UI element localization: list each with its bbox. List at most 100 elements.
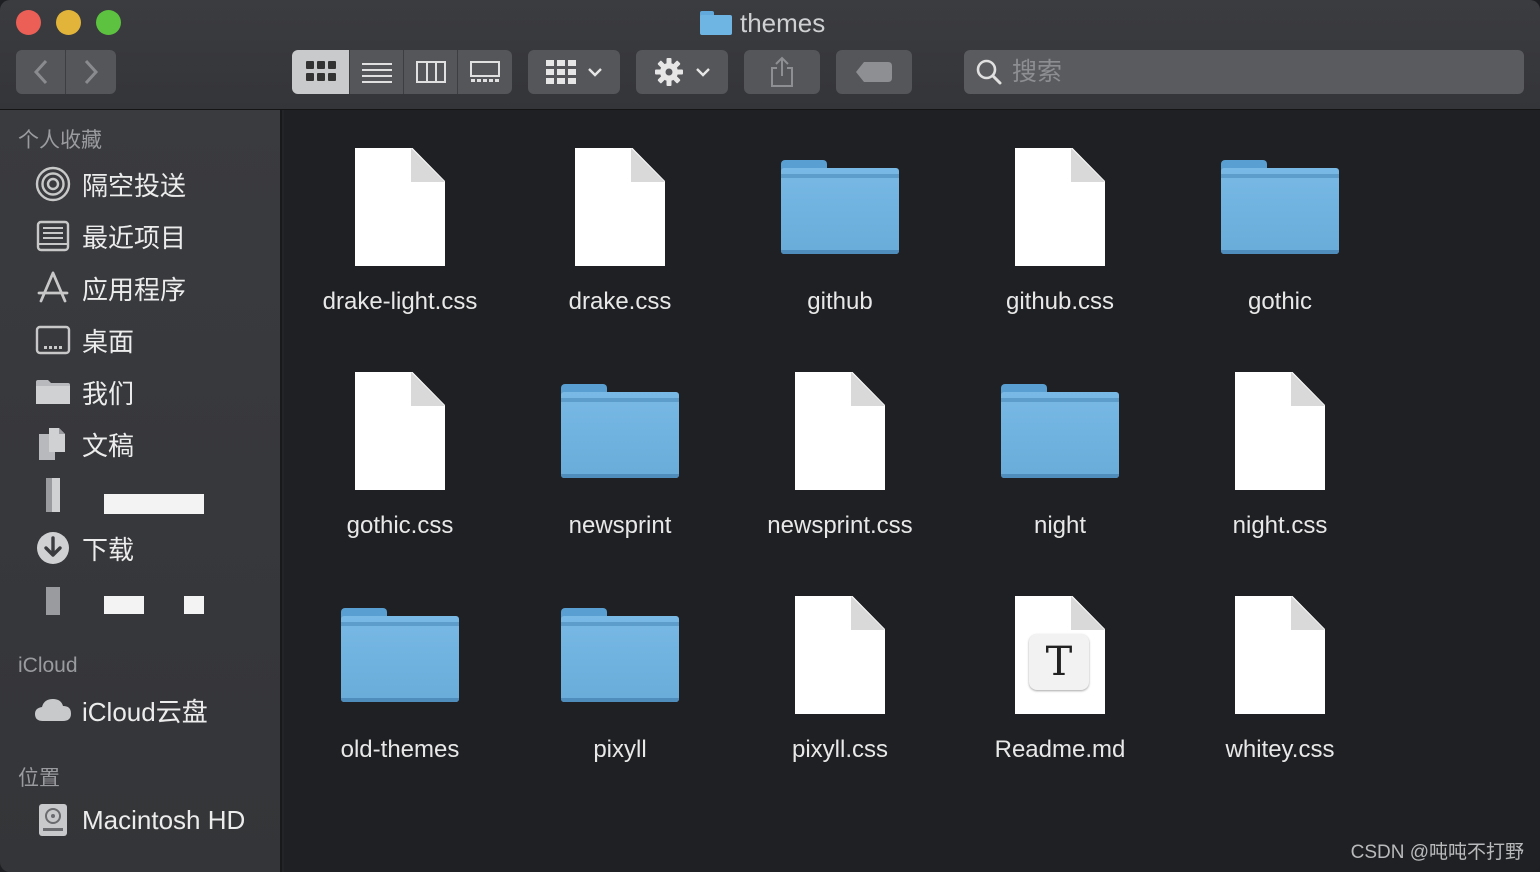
- folder-item[interactable]: github: [730, 122, 950, 322]
- minimize-window-button[interactable]: [56, 10, 81, 35]
- document-icon: [330, 350, 470, 490]
- chevron-down-icon: [696, 68, 710, 77]
- sidebar-item-airdrop[interactable]: 隔空投送: [34, 164, 186, 204]
- recents-icon: [34, 217, 72, 255]
- file-item[interactable]: night.css: [1170, 346, 1390, 546]
- gallery-icon: [470, 61, 500, 82]
- document-icon: [550, 126, 690, 266]
- file-item[interactable]: T Readme.md: [950, 570, 1170, 770]
- file-item[interactable]: whitey.css: [1170, 570, 1390, 770]
- desktop-icon: [34, 321, 72, 359]
- sidebar-item-desktop[interactable]: 桌面: [34, 320, 134, 360]
- folder-icon: [550, 574, 690, 714]
- sidebar-item-label: 隔空投送: [82, 170, 187, 201]
- file-name-label: night.css: [1232, 512, 1328, 539]
- folder-item[interactable]: night: [950, 346, 1170, 546]
- documents-icon: [34, 425, 72, 463]
- sidebar-item-label: 文稿: [82, 430, 135, 461]
- share-icon: [771, 56, 793, 87]
- text-document-icon: T: [990, 574, 1130, 714]
- sidebar-item-label: 下载: [82, 534, 135, 565]
- document-icon: [330, 126, 470, 266]
- gear-icon: [655, 58, 683, 86]
- list-icon: [361, 63, 392, 83]
- sidebar-item-icloud-drive[interactable]: iCloud云盘: [34, 690, 208, 730]
- hard-disk-icon: [34, 801, 72, 839]
- file-item[interactable]: pixyll.css: [730, 570, 950, 770]
- document-icon: [1210, 350, 1350, 490]
- close-window-button[interactable]: [16, 10, 41, 35]
- group-by-button[interactable]: [528, 50, 620, 94]
- sidebar-item-macintosh-hd[interactable]: Macintosh HD: [34, 800, 245, 840]
- file-item[interactable]: newsprint.css: [730, 346, 950, 546]
- document-icon: [34, 475, 72, 513]
- airdrop-icon: [34, 165, 72, 203]
- applications-icon: [34, 269, 72, 307]
- file-item[interactable]: drake.css: [510, 122, 730, 322]
- search-field[interactable]: [964, 50, 1524, 94]
- forward-button[interactable]: [66, 50, 116, 94]
- grid-icon: [305, 61, 336, 81]
- file-name-label: github: [807, 288, 873, 315]
- sidebar-item-documents[interactable]: 文稿: [34, 424, 134, 464]
- document-icon: [770, 574, 910, 714]
- sidebar-item-redacted[interactable]: [34, 474, 72, 514]
- back-button[interactable]: [16, 50, 66, 94]
- folder-icon: [990, 350, 1130, 490]
- sidebar-item-applications[interactable]: 应用程序: [34, 268, 186, 308]
- sidebar-item-label: iCloud云盘: [82, 696, 208, 727]
- folder-item[interactable]: pixyll: [510, 570, 730, 770]
- icloud-section-title: iCloud: [18, 654, 78, 677]
- disk-icon: [34, 581, 72, 619]
- sidebar-item-redacted-2[interactable]: [34, 580, 72, 620]
- icon-view-button[interactable]: [292, 50, 350, 94]
- document-icon: [1210, 574, 1350, 714]
- folder-icon: [330, 574, 470, 714]
- document-icon: [770, 350, 910, 490]
- redacted-label: [184, 596, 204, 614]
- columns-icon: [415, 61, 446, 83]
- folder-icon: [700, 11, 732, 35]
- cloud-icon: [34, 691, 72, 729]
- sidebar: 个人收藏 隔空投送 最近项目 应用程序 桌面 我们 文稿 下载 iCloud i…: [0, 110, 282, 872]
- sidebar-item-label: 应用程序: [82, 274, 187, 305]
- folder-item[interactable]: old-themes: [290, 570, 510, 770]
- sidebar-item-label: 桌面: [82, 326, 135, 357]
- favorites-section-title: 个人收藏: [18, 129, 102, 152]
- chevron-right-icon: [84, 59, 99, 85]
- sidebar-item-downloads[interactable]: 下载: [34, 528, 134, 568]
- file-name-label: drake.css: [568, 288, 672, 315]
- chevron-left-icon: [33, 59, 47, 85]
- file-name-label: newsprint: [568, 512, 672, 539]
- search-icon: [976, 59, 1002, 85]
- document-icon: [990, 126, 1130, 266]
- column-view-button[interactable]: [404, 50, 458, 94]
- search-input[interactable]: [1012, 57, 1492, 87]
- folder-item[interactable]: gothic: [1170, 122, 1390, 322]
- sidebar-item-label: Macintosh HD: [82, 804, 246, 835]
- file-name-label: pixyll: [593, 736, 647, 763]
- file-item[interactable]: gothic.css: [290, 346, 510, 546]
- sidebar-item-recents[interactable]: 最近项目: [34, 216, 186, 256]
- file-name-label: newsprint.css: [767, 512, 913, 539]
- list-view-button[interactable]: [350, 50, 404, 94]
- folder-icon: [770, 126, 910, 266]
- file-name-label: gothic.css: [346, 512, 454, 539]
- file-item[interactable]: github.css: [950, 122, 1170, 322]
- file-browser: drake-light.css drake.css github github.css…: [284, 110, 1540, 872]
- redacted-label: [104, 596, 144, 614]
- file-name-label: pixyll.css: [791, 736, 888, 763]
- file-name-label: night: [1033, 512, 1087, 539]
- file-name-label: old-themes: [340, 736, 460, 763]
- action-button[interactable]: [636, 50, 728, 94]
- zoom-window-button[interactable]: [96, 10, 121, 35]
- gallery-view-button[interactable]: [458, 50, 512, 94]
- tag-icon: [856, 62, 892, 82]
- sidebar-item-home[interactable]: 我们: [34, 372, 134, 412]
- folder-icon: [1210, 126, 1350, 266]
- file-item[interactable]: drake-light.css: [290, 122, 510, 322]
- window-title-text: themes: [740, 7, 826, 38]
- edit-tags-button[interactable]: [836, 50, 912, 94]
- folder-item[interactable]: newsprint: [510, 346, 730, 546]
- share-button[interactable]: [744, 50, 820, 94]
